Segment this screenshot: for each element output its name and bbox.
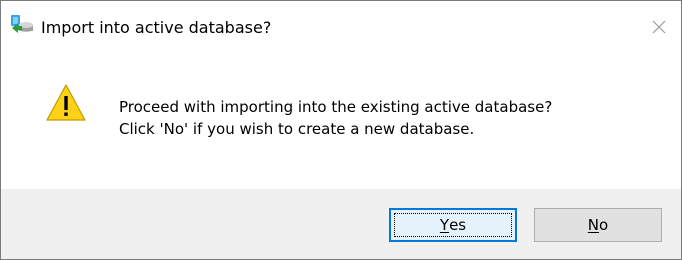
import-dialog: Import into active database? Proceed wit… xyxy=(0,0,682,260)
dialog-content: Proceed with importing into the existing… xyxy=(1,53,681,189)
button-bar: Yes No xyxy=(1,189,681,259)
yes-button[interactable]: Yes xyxy=(389,208,517,242)
database-app-icon xyxy=(11,15,33,33)
no-button-label: No xyxy=(587,216,609,234)
dialog-title: Import into active database? xyxy=(41,18,272,37)
close-icon xyxy=(652,20,666,34)
yes-button-label: Yes xyxy=(439,216,467,234)
message-line-2: Click 'No' if you wish to create a new d… xyxy=(119,120,475,138)
dialog-message: Proceed with importing into the existing… xyxy=(119,96,552,140)
warning-icon xyxy=(46,84,86,121)
title-bar: Import into active database? xyxy=(1,1,681,53)
close-button[interactable] xyxy=(639,9,679,45)
message-line-1: Proceed with importing into the existing… xyxy=(119,98,553,116)
no-button[interactable]: No xyxy=(534,208,662,242)
